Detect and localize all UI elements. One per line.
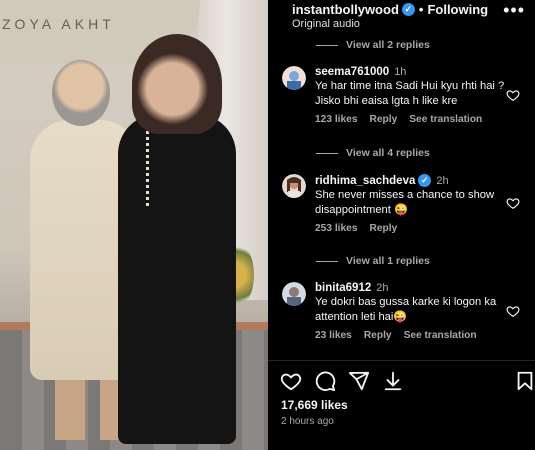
reply-button[interactable]: Reply xyxy=(370,114,398,125)
banner-subtitle: ZOYA AKHT xyxy=(2,16,115,32)
more-horizontal-icon[interactable]: ••• xyxy=(503,0,525,21)
heart-icon[interactable] xyxy=(506,304,520,318)
comment-icon[interactable] xyxy=(314,370,336,392)
header-user-line: instantbollywood ✓ • Following xyxy=(292,2,488,17)
view-replies-label: View all 2 replies xyxy=(346,39,430,51)
bookmark-icon[interactable] xyxy=(514,370,535,392)
following-button[interactable]: Following xyxy=(427,2,488,17)
share-icon[interactable] xyxy=(348,370,370,392)
comments-panel: instantbollywood ✓ • Following Original … xyxy=(268,0,535,450)
comment-item: ridhima_sachdeva ✓ 2h She never misses a… xyxy=(278,174,528,244)
reply-button[interactable]: Reply xyxy=(364,330,392,341)
comment-meta: 253 likes Reply xyxy=(315,223,505,234)
view-replies-label: View all 4 replies xyxy=(346,147,430,159)
verified-badge-icon: ✓ xyxy=(401,3,415,16)
post-likes-count[interactable]: 17,669 likes xyxy=(281,398,348,412)
comment-meta: 23 likes Reply See translation xyxy=(315,330,505,341)
comment-likes[interactable]: 23 likes xyxy=(315,330,352,341)
comment-time: 2h xyxy=(436,174,449,187)
download-icon[interactable] xyxy=(382,370,404,392)
comment-user-line: ridhima_sachdeva ✓ 2h xyxy=(315,174,505,187)
comment-user-line: seema761000 1h xyxy=(315,66,505,78)
heart-icon[interactable] xyxy=(506,196,520,210)
avatar[interactable] xyxy=(282,66,306,90)
comment-time: 1h xyxy=(394,66,407,78)
audio-link[interactable]: Original audio xyxy=(292,18,360,30)
replies-line xyxy=(316,260,338,262)
post-timestamp[interactable]: 2 hours ago xyxy=(281,416,334,427)
replies-line xyxy=(316,152,338,154)
comment-item: binita6912 2h Ye dokri bas gussa karke k… xyxy=(278,282,528,352)
action-bar xyxy=(280,370,533,394)
reply-button[interactable]: Reply xyxy=(370,223,398,234)
comment-user-line: binita6912 2h xyxy=(315,282,505,294)
view-replies-button[interactable]: View all 2 replies xyxy=(316,39,430,51)
banner-word: niles xyxy=(0,0,139,9)
view-replies-button[interactable]: View all 1 replies xyxy=(316,255,430,267)
comment-text: She never misses a chance to show disapp… xyxy=(315,189,495,216)
comment-likes[interactable]: 123 likes xyxy=(315,114,358,125)
header-username[interactable]: instantbollywood xyxy=(292,2,399,17)
view-replies-button[interactable]: View all 4 replies xyxy=(316,147,430,159)
heart-icon[interactable] xyxy=(506,88,520,102)
comment-text: Ye dokri bas gussa karke ki logon ka att… xyxy=(315,296,497,323)
verified-badge-icon: ✓ xyxy=(418,174,432,187)
heart-icon[interactable] xyxy=(280,370,302,392)
comment-username[interactable]: binita6912 xyxy=(315,282,371,294)
comment-time: 2h xyxy=(376,282,389,294)
comment-likes[interactable]: 253 likes xyxy=(315,223,358,234)
post-header: instantbollywood ✓ • Following Original … xyxy=(268,0,535,34)
person-right xyxy=(118,34,246,444)
see-translation-button[interactable]: See translation xyxy=(409,114,482,125)
avatar[interactable] xyxy=(282,282,306,306)
avatar[interactable] xyxy=(282,174,306,198)
comment-text: Ye har time itna Sadi Hui kyu rhti hai ?… xyxy=(315,80,505,107)
separator-dot: • xyxy=(418,2,424,17)
view-replies-label: View all 1 replies xyxy=(346,255,430,267)
post-photo[interactable]: niles ZOYA AKHT xyxy=(0,0,268,450)
comment-meta: 123 likes Reply See translation xyxy=(315,114,505,125)
comment-username[interactable]: ridhima_sachdeva xyxy=(315,175,415,187)
comment-username[interactable]: seema761000 xyxy=(315,66,389,78)
panel-divider xyxy=(268,360,535,361)
see-translation-button[interactable]: See translation xyxy=(404,330,477,341)
replies-line xyxy=(316,44,338,46)
comment-item: seema761000 1h Ye har time itna Sadi Hui… xyxy=(278,66,528,136)
